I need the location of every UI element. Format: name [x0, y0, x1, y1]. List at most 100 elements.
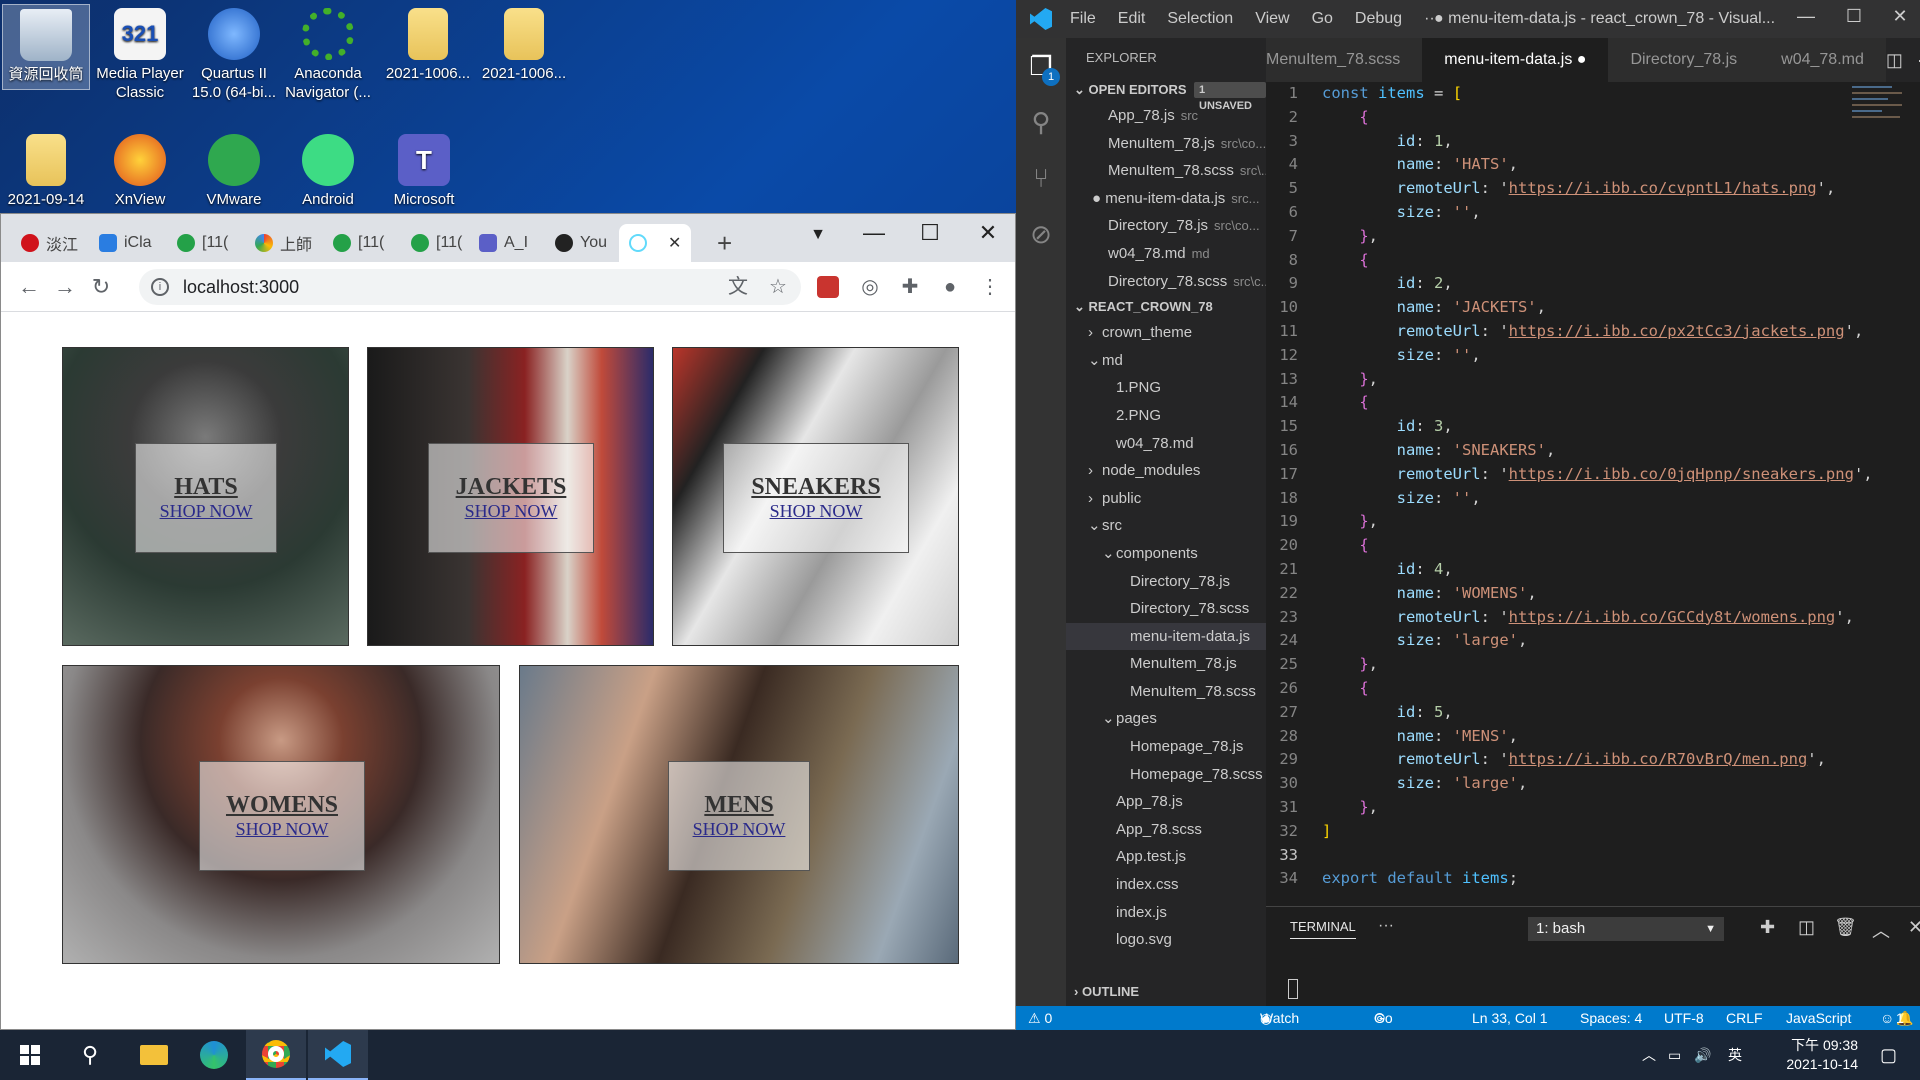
file-tree-item[interactable]: MenuItem_78.scss	[1066, 678, 1266, 706]
file-tree-item[interactable]: menu-item-data.js	[1066, 622, 1266, 651]
file-tree-item[interactable]: App_78.js	[1066, 788, 1266, 816]
code-line[interactable]: 30 size: 'large',	[1266, 772, 1920, 796]
search-icon[interactable]: ⚲	[60, 1030, 120, 1080]
open-editor-item[interactable]: Directory_78.scsssrc\c...	[1066, 268, 1266, 296]
chevron-up-icon[interactable]: ︿	[1642, 1030, 1656, 1080]
indentation-status[interactable]: Spaces: 4	[1580, 1006, 1642, 1030]
shop-now-link[interactable]: SHOP NOW	[429, 501, 593, 522]
folder-icon[interactable]: 2021-1006...	[480, 4, 568, 83]
menu-file[interactable]: File	[1070, 10, 1096, 28]
chrome-icon[interactable]	[246, 1030, 306, 1080]
file-tree-item[interactable]: MenuItem_78.js	[1066, 650, 1266, 678]
terminal-more-icon[interactable]: ···	[1378, 917, 1394, 935]
code-line[interactable]: 9 id: 2,	[1266, 272, 1920, 296]
maximize-panel-icon[interactable]: ︿	[1872, 917, 1890, 943]
more-menu-icon[interactable]: ⋮	[977, 274, 1003, 300]
editor-tab[interactable]: Directory_78.js	[1608, 38, 1760, 82]
browser-tab[interactable]: [11(	[401, 224, 462, 262]
forward-arrow-icon[interactable]: →	[47, 274, 83, 300]
reload-icon[interactable]: ↻	[83, 274, 119, 300]
code-line[interactable]: 34 export default items;	[1266, 867, 1920, 891]
menu-edit[interactable]: Edit	[1118, 10, 1146, 28]
code-line[interactable]: 3 id: 1,	[1266, 130, 1920, 154]
code-line[interactable]: 16 name: 'SNEAKERS',	[1266, 439, 1920, 463]
profile-avatar-icon[interactable]: ●	[937, 274, 963, 300]
ime-indicator[interactable]: 英	[1728, 1030, 1742, 1080]
editor-tab-active[interactable]: menu-item-data.js ●	[1422, 38, 1609, 82]
browser-tab-active[interactable]: ✕	[619, 224, 691, 262]
browser-tab[interactable]: [11(	[167, 224, 228, 262]
file-tree-item[interactable]: 1.PNG	[1066, 374, 1266, 402]
problems-status[interactable]: ⚠ 0	[1028, 1006, 1052, 1030]
code-line[interactable]: 24 size: 'large',	[1266, 629, 1920, 653]
split-editor-icon[interactable]: ◫	[1886, 50, 1903, 71]
file-tree-item[interactable]: index.js	[1066, 899, 1266, 927]
shop-now-link[interactable]: SHOP NOW	[200, 819, 364, 840]
menu-item-hats[interactable]: HATS SHOP NOW	[62, 347, 349, 646]
file-tree-item[interactable]: ⌄components	[1066, 540, 1266, 568]
file-tree-item[interactable]: Homepage_78.js	[1066, 733, 1266, 761]
extensions-puzzle-icon[interactable]: ✚	[897, 274, 923, 300]
terminal-cursor[interactable]	[1288, 979, 1298, 999]
vscode-taskbar-icon[interactable]	[308, 1030, 368, 1080]
file-tree-item[interactable]: Directory_78.scss	[1066, 595, 1266, 623]
menu-go[interactable]: Go	[1312, 10, 1333, 28]
code-line[interactable]: 2 {	[1266, 106, 1920, 130]
code-line[interactable]: 8 {	[1266, 249, 1920, 273]
file-tree-item[interactable]: w04_78.md	[1066, 430, 1266, 458]
code-line[interactable]: 21 id: 4,	[1266, 558, 1920, 582]
search-icon[interactable]: ⚲	[1016, 94, 1066, 150]
file-tree-item[interactable]: App_78.scss	[1066, 816, 1266, 844]
file-explorer-icon[interactable]	[124, 1030, 184, 1080]
close-tab-icon[interactable]: ✕	[668, 233, 681, 253]
code-line[interactable]: 22 name: 'WOMENS',	[1266, 582, 1920, 606]
code-line[interactable]: 4 name: 'HATS',	[1266, 153, 1920, 177]
browser-tab[interactable]: iCla	[89, 224, 152, 262]
browser-tab[interactable]: 淡江	[11, 224, 78, 262]
edge-icon[interactable]	[184, 1030, 244, 1080]
project-section[interactable]: ⌄ REACT_CROWN_78	[1066, 295, 1266, 319]
clock[interactable]: 下午 09:38 2021-10-14	[1760, 1036, 1858, 1074]
quartus-icon[interactable]: Quartus II 15.0 (64-bi...	[190, 4, 278, 102]
minimize-button[interactable]: —	[859, 220, 889, 246]
code-line[interactable]: 26 {	[1266, 677, 1920, 701]
code-line[interactable]: 5 remoteUrl: 'https://i.ibb.co/cvpntL1/h…	[1266, 177, 1920, 201]
site-info-icon[interactable]: i	[151, 278, 169, 296]
browser-tab[interactable]: A_I	[469, 224, 528, 262]
microsoft-teams-icon[interactable]: T Microsoft	[380, 130, 468, 209]
menu-item-womens[interactable]: WOMENS SHOP NOW	[62, 665, 500, 964]
new-terminal-icon[interactable]: ✚	[1760, 917, 1775, 938]
debug-icon[interactable]: ⊘	[1016, 206, 1066, 262]
code-line[interactable]: 25 },	[1266, 653, 1920, 677]
menu-debug[interactable]: Debug	[1355, 10, 1402, 28]
code-editor[interactable]: 1 const items = [2 {3 id: 1, 4 name: 'HATS…	[1266, 82, 1920, 900]
file-tree-item[interactable]: › node_modules	[1066, 457, 1266, 485]
maximize-button[interactable]: ☐	[915, 220, 945, 246]
open-editor-item[interactable]: MenuItem_78.scsssrc\...	[1066, 157, 1266, 185]
trash-icon[interactable]: 🗑	[1834, 917, 1857, 938]
media-player-classic-icon[interactable]: 321 Media Player Classic	[96, 4, 184, 102]
open-editor-item[interactable]: ● menu-item-data.js src...	[1066, 185, 1266, 213]
code-line[interactable]: 13 },	[1266, 368, 1920, 392]
split-terminal-icon[interactable]: ◫	[1798, 917, 1815, 938]
folder-icon[interactable]: 2021-09-14	[2, 130, 90, 209]
language-status[interactable]: JavaScript	[1786, 1006, 1851, 1030]
extension-icon[interactable]	[817, 276, 839, 298]
start-button[interactable]	[0, 1030, 60, 1080]
xnview-icon[interactable]: XnView	[96, 130, 184, 209]
code-line[interactable]: 32]	[1266, 820, 1920, 844]
file-tree-item[interactable]: › public	[1066, 485, 1266, 513]
code-line[interactable]: 12 size: '',	[1266, 344, 1920, 368]
folder-icon[interactable]: 2021-1006...	[384, 4, 472, 83]
menu-item-mens[interactable]: MENS SHOP NOW	[519, 665, 959, 964]
source-control-icon[interactable]: ⑂	[1016, 150, 1066, 206]
eol-status[interactable]: CRLF	[1726, 1006, 1763, 1030]
close-panel-icon[interactable]: ✕	[1908, 917, 1920, 938]
explorer-icon[interactable]: ❐ 1	[1016, 38, 1066, 94]
code-line[interactable]: 19 },	[1266, 510, 1920, 534]
maximize-button[interactable]: ☐	[1834, 6, 1874, 27]
browser-tab[interactable]: [11(	[323, 224, 384, 262]
editor-tab[interactable]: w04_78.md	[1759, 38, 1886, 82]
code-line[interactable]: 6 size: '',	[1266, 201, 1920, 225]
code-line[interactable]: 14 {	[1266, 391, 1920, 415]
